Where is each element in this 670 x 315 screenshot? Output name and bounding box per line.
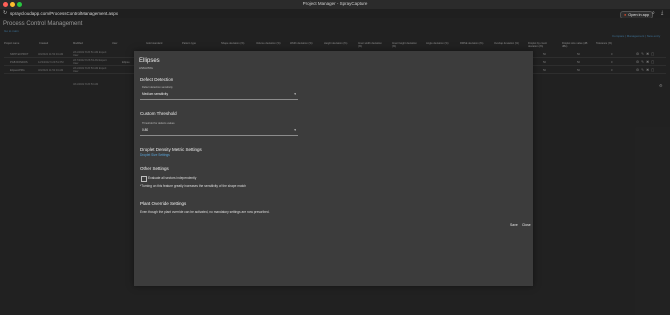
modal-subtitle: ASM-PRG	[139, 66, 154, 70]
evaluate-sectors-label: Evaluate all sectors independently	[148, 176, 197, 180]
threshold-label: Threshold for defects values	[142, 122, 175, 125]
evaluate-sectors-checkbox[interactable]	[141, 176, 147, 182]
custom-threshold-heading: Custom Threshold	[140, 111, 177, 116]
reload-icon[interactable]: ↻	[3, 11, 7, 16]
defect-sensitivity-select[interactable]: Medium sensitivity ▾	[140, 90, 298, 100]
chevron-down-icon: ▾	[294, 91, 296, 96]
defect-sensitivity-label: Defect detection sensitivity	[142, 86, 173, 89]
other-settings-heading: Other Settings	[140, 166, 169, 171]
defect-detection-heading: Defect Detection	[140, 77, 174, 82]
chevron-down-icon: ▾	[294, 127, 296, 132]
save-button[interactable]: Save	[510, 223, 518, 227]
search-icon[interactable]: ⌕	[652, 11, 655, 16]
droplet-density-heading: Droplet Density Metric Settings	[140, 147, 202, 152]
droplet-size-settings-link[interactable]: Droplet Size Settings	[140, 153, 170, 157]
modal-title: Ellipses	[139, 58, 160, 64]
settings-modal: Ellipses ASM-PRG Defect Detection Defect…	[134, 51, 533, 286]
sensitivity-note: *Turning on this feature greatly increas…	[140, 184, 247, 188]
threshold-select[interactable]: 0.80 ▾	[140, 126, 298, 136]
close-button[interactable]: Close	[522, 223, 531, 227]
window-title: Project Manager - SprayCapture	[302, 1, 368, 6]
plant-override-heading: Plant Override Settings	[140, 201, 187, 206]
browser-toolbar: ↻ spraycloudapp.com/ProcessControlManage…	[0, 9, 670, 19]
download-icon[interactable]: ⤓	[661, 11, 663, 16]
address-bar[interactable]: spraycloudapp.com/ProcessControlManageme…	[10, 11, 118, 16]
open-in-app-label: Open in app	[628, 12, 649, 17]
threshold-value: 0.80	[142, 128, 149, 132]
plant-override-text: Even though the plant override can be ac…	[140, 210, 270, 214]
app-logo-icon: ●	[624, 12, 627, 17]
defect-sensitivity-value: Medium sensitivity	[142, 92, 169, 96]
